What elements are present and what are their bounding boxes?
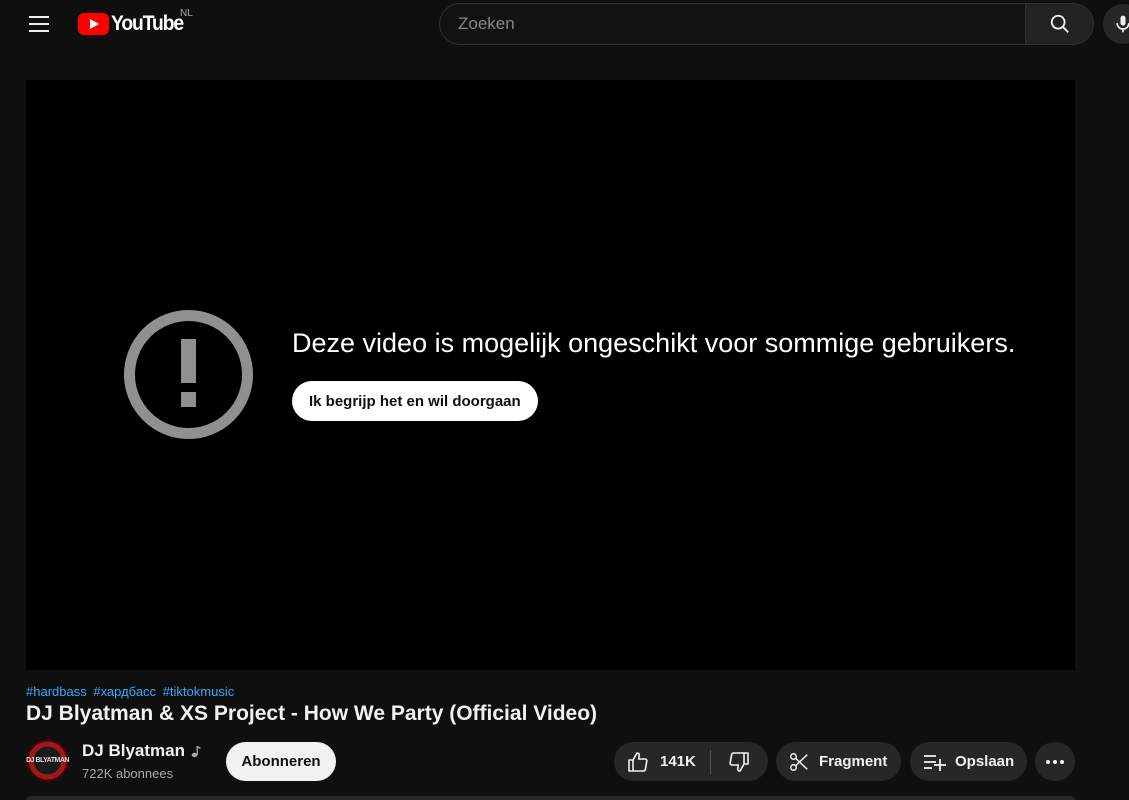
thumbs-down-icon [729, 751, 749, 772]
fragment-label: Fragment [819, 753, 888, 770]
like-button[interactable]: 141K [614, 742, 710, 781]
hashtag-link[interactable]: #tiktokmusic [163, 684, 235, 699]
search-input[interactable] [439, 3, 1025, 45]
like-count: 141K [660, 753, 696, 770]
channel-name-link[interactable]: DJ Blyatman [82, 741, 201, 761]
channel-avatar[interactable]: DJ BLYATMAN [26, 739, 69, 782]
logo-text: YouTube [111, 12, 184, 35]
menu-icon [29, 16, 49, 18]
search-icon [1050, 14, 1069, 33]
thumbs-up-icon [628, 751, 648, 772]
continue-button[interactable]: Ik begrijp het en wil doorgaan [292, 381, 538, 421]
hashtag-link[interactable]: #hardbass [26, 684, 87, 699]
dislike-button[interactable] [711, 742, 767, 781]
description-box-edge [26, 796, 1075, 800]
age-warning-text: Deze video is mogelijk ongeschikt voor s… [292, 328, 1016, 358]
youtube-logo[interactable]: YouTube [78, 11, 189, 37]
hashtag-link[interactable]: #хардбасс [93, 684, 156, 699]
menu-button[interactable] [24, 9, 54, 39]
save-button[interactable]: Opslaan [910, 742, 1027, 781]
youtube-logo-icon [78, 13, 109, 35]
scissors-icon [790, 752, 808, 771]
video-title: DJ Blyatman & XS Project - How We Party … [26, 702, 598, 725]
voice-search-button[interactable] [1103, 4, 1129, 44]
avatar-text: DJ BLYATMAN [26, 757, 69, 764]
top-bar: YouTube NL [0, 0, 1129, 48]
more-actions-button[interactable] [1035, 742, 1075, 781]
region-code: NL [180, 8, 193, 19]
music-note-icon [191, 745, 201, 757]
subscribe-button[interactable]: Abonneren [226, 742, 336, 781]
hashtags: #hardbass #хардбасс #tiktokmusic [26, 684, 237, 699]
more-icon [1046, 759, 1064, 764]
like-dislike-group: 141K [614, 742, 768, 781]
channel-name: DJ Blyatman [82, 741, 185, 760]
fragment-button[interactable]: Fragment [776, 742, 901, 781]
search-button[interactable] [1025, 3, 1094, 45]
save-label: Opslaan [955, 753, 1015, 770]
video-player[interactable]: Deze video is mogelijk ongeschikt voor s… [26, 80, 1075, 670]
subscriber-count: 722K abonnees [82, 766, 174, 781]
mic-icon [1116, 15, 1129, 33]
warning-icon [124, 310, 253, 439]
playlist-add-icon [924, 754, 946, 771]
search-bar [439, 3, 1094, 45]
